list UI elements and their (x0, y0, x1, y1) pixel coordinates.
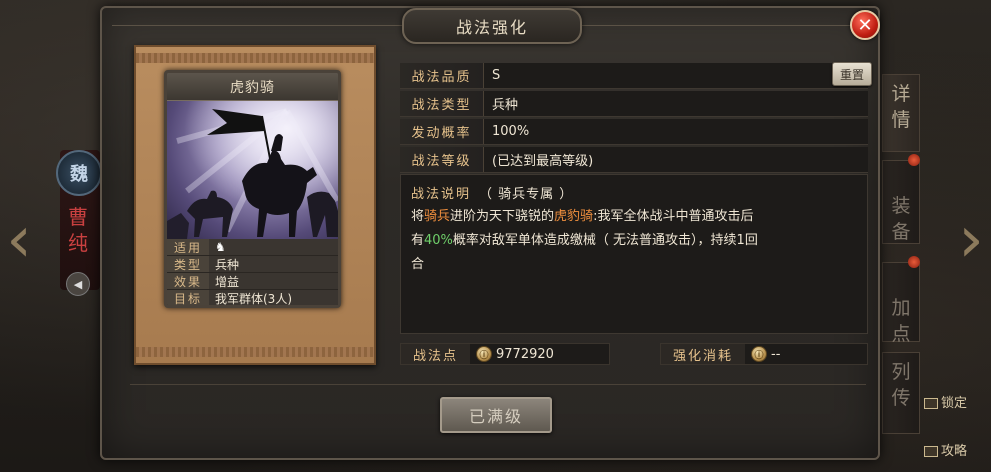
tactic-description: 战法说明 （ 骑兵专属 ） 将骑兵进阶为天下骁锐的虎豹骑:我军全体战斗中普通攻击后… (400, 174, 868, 334)
upgrade-cost-label: 强化消耗 (661, 344, 746, 364)
detail-row-type: 战法类型 兵种 (400, 91, 868, 117)
tab-equipment-notice-dot (908, 154, 920, 166)
card-info-key: 适用 (167, 239, 209, 255)
description-subheading: （ 骑兵专属 ） (479, 187, 574, 202)
tactic-points-value: 9772920 (496, 346, 554, 362)
tab-biography[interactable]: 列 传 (882, 352, 920, 434)
lock-icon (924, 398, 938, 409)
coin-icon: ⓘ (751, 346, 768, 362)
tactic-points-bar: 战法点 ⓘ 9772920 (400, 343, 610, 365)
sound-icon[interactable]: ◀ (66, 272, 90, 296)
tab-add-points[interactable]: 加 点 (882, 262, 920, 345)
tactic-card: 虎豹骑 适用 ♞ 类型 兵种 效果 增益 目标 我军群体(3人) (164, 70, 341, 308)
tactic-points-label: 战法点 (401, 344, 471, 364)
general-name: 曹 纯 (68, 205, 88, 255)
next-arrow-icon[interactable]: › (954, 200, 988, 280)
book-icon (924, 446, 938, 457)
description-line: 将骑兵进阶为天下骁锐的虎豹骑:我军全体战斗中普通攻击后 (411, 205, 863, 229)
card-info-value: 我军群体(3人) (215, 291, 292, 306)
card-info-value: 增益 (215, 274, 240, 289)
footer-divider (130, 384, 866, 385)
detail-value: (已达到最高等级) (492, 154, 594, 169)
reset-button[interactable]: 重置 (832, 62, 872, 86)
coin-icon: ⓘ (476, 346, 493, 362)
cavalry-artwork (167, 101, 338, 239)
tab-add-points-label: 加 点 (891, 297, 911, 345)
previous-arrow-icon[interactable]: ‹ (2, 200, 36, 280)
lock-link[interactable]: 锁定 (924, 392, 967, 411)
description-highlight: 虎豹骑 (554, 209, 594, 224)
guide-label: 攻略 (941, 444, 968, 459)
close-button[interactable]: ✕ (850, 10, 880, 40)
tab-details[interactable]: 详 情 (882, 74, 920, 152)
card-artwork (167, 101, 338, 239)
card-info-row: 类型 兵种 (167, 256, 338, 273)
description-highlight: 40% (424, 233, 453, 248)
description-text: 有 (411, 233, 425, 248)
description-text: :我军全体战斗中普通攻击后 (593, 209, 754, 224)
detail-row-probability: 发动概率 100% (400, 119, 868, 145)
max-level-button[interactable]: 已满级 (440, 397, 552, 433)
description-heading-label: 战法说明 (411, 187, 472, 202)
detail-key: 战法等级 (400, 147, 484, 172)
card-info-table: 适用 ♞ 类型 兵种 效果 增益 目标 我军群体(3人) (167, 239, 338, 306)
card-info-value: 兵种 (215, 257, 240, 272)
lock-label: 锁定 (941, 396, 968, 411)
description-line: 合 (411, 257, 425, 272)
detail-row-level: 战法等级 (已达到最高等级) (400, 147, 868, 173)
tab-equipment[interactable]: 装 备 (882, 160, 920, 244)
upgrade-cost-bar: 强化消耗 ⓘ -- (660, 343, 868, 365)
dialog-title: 战法强化 (402, 8, 582, 44)
detail-key: 战法品质 (400, 63, 484, 88)
card-title: 虎豹骑 (167, 73, 338, 101)
card-info-value: ♞ (209, 240, 229, 254)
description-line: 有40%概率对敌军单体造成缴械（ 无法普通攻击），持续1回 (411, 229, 863, 253)
title-divider-right (582, 25, 852, 26)
close-icon: ✕ (857, 14, 873, 36)
card-info-row: 适用 ♞ (167, 239, 338, 256)
description-body: 将骑兵进阶为天下骁锐的虎豹骑:我军全体战斗中普通攻击后 有40%概率对敌军单体造… (411, 205, 863, 277)
description-text: 进阶为天下骁锐的 (450, 209, 555, 224)
tab-add-points-notice-dot (908, 256, 920, 268)
detail-key: 战法类型 (400, 91, 484, 116)
detail-key: 发动概率 (400, 119, 484, 144)
title-divider-left (112, 25, 402, 26)
description-text: 将 (411, 209, 425, 224)
card-info-row: 效果 增益 (167, 273, 338, 290)
card-info-key: 类型 (167, 256, 209, 272)
horse-icon: ♞ (215, 240, 226, 254)
detail-value: S (492, 68, 501, 83)
detail-value: 100% (492, 124, 530, 139)
tab-equipment-label: 装 备 (891, 195, 911, 243)
card-info-row: 目标 我军群体(3人) (167, 290, 338, 306)
faction-seal: 魏 (56, 150, 102, 196)
upgrade-cost-value: -- (771, 346, 781, 362)
card-info-key: 目标 (167, 290, 209, 305)
card-info-key: 效果 (167, 273, 209, 289)
detail-value: 兵种 (492, 98, 519, 113)
detail-row-quality: 战法品质 S (400, 63, 868, 89)
description-heading: 战法说明 （ 骑兵专属 ） (411, 183, 573, 202)
description-text: 概率对敌军单体造成缴械（ 无法普通攻击），持续1回 (452, 233, 758, 248)
description-highlight: 骑兵 (424, 209, 451, 224)
guide-link[interactable]: 攻略 (924, 440, 967, 459)
